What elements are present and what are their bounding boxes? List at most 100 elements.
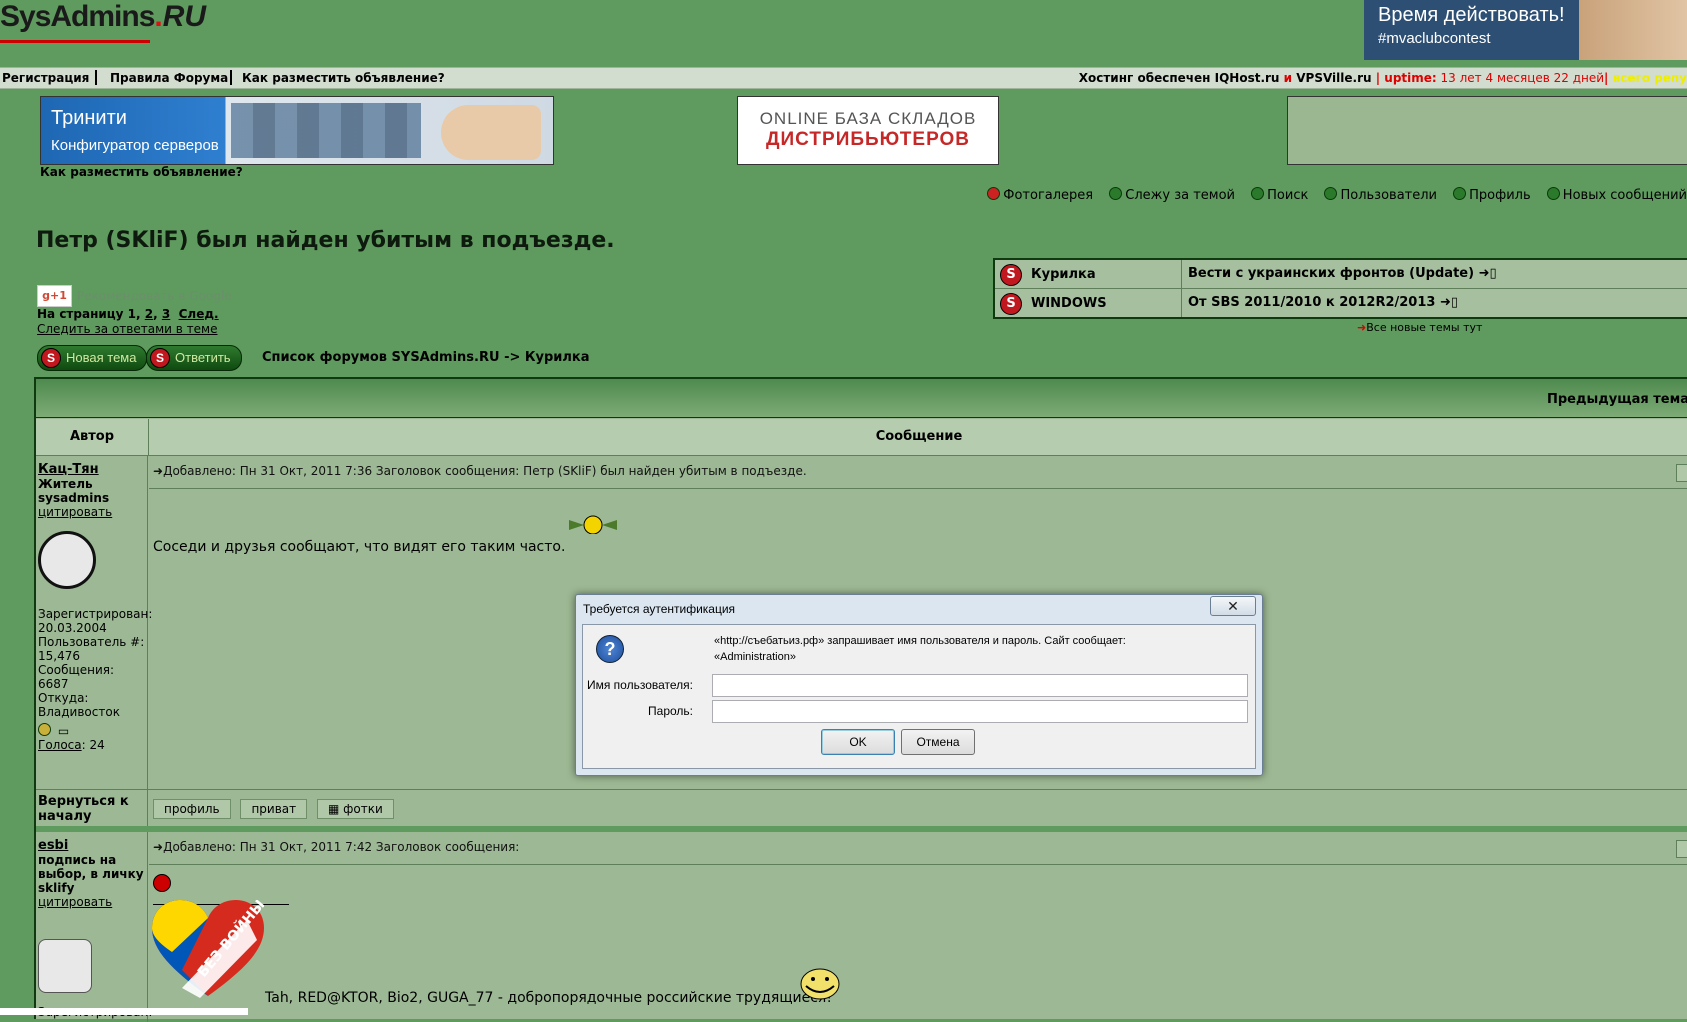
ok-button[interactable]: OK [821,729,895,755]
password-input[interactable] [712,700,1248,723]
column-message: Сообщение [875,429,963,444]
angry-smiley-icon [153,874,171,892]
table-header: Автор Сообщение [36,419,1687,456]
quick-link-watched[interactable]: Слежу за темой [1109,187,1235,203]
quick-link-label: Новых сообщений [1562,188,1687,203]
google-plus-text: Рекомендовать в Google [77,289,232,303]
topic-title: Петр (SKliF) был найден убитым в подъезд… [36,228,615,253]
ad-caption-link[interactable]: Как разместить объявление? [40,165,243,179]
column-author: Автор [36,419,149,455]
medal-icon [38,723,51,736]
new-topic-category[interactable]: Курилка [1031,267,1096,282]
pagination: На страницу 1, 2, 3 След. [37,307,219,321]
quick-link-search[interactable]: Поиск [1251,187,1308,203]
logo-dot: . [154,0,163,33]
post-author-name[interactable]: Кац-Тян [38,462,145,477]
quick-link-users[interactable]: Пользователи [1324,187,1437,203]
quote-link[interactable]: цитировать [38,895,145,909]
puzzle-graphic [231,103,421,158]
quick-link-label: Профиль [1469,188,1531,203]
post-select-box[interactable] [1676,840,1687,858]
quick-link-label: Фотогалерея [1003,188,1094,203]
dialog-message-line1: «http://съебатьиз.рф» запрашивает имя по… [714,635,1126,647]
post-author-name[interactable]: esbi [38,838,145,853]
message-count: Сообщения: 6687 [38,663,115,691]
warehouse-line2: ДИСТРИБЬЮТЕРОВ [765,129,970,150]
profile-button[interactable]: профиль [153,799,231,819]
reply-button[interactable]: S Ответить [146,345,242,371]
follow-topic-link[interactable]: Следить за ответами в теме [37,322,217,336]
promo-banner[interactable]: Время действовать! #mvaclubcontest [1364,0,1687,60]
hosting-prefix: Хостинг обеспечен [1078,71,1215,85]
quick-link-gallery[interactable]: Фотогалерея [987,187,1094,203]
nav-rules[interactable]: Правила Форума [110,71,228,85]
quote-link[interactable]: цитировать [38,505,145,519]
trinity-title: Тринити [51,107,127,129]
quick-link-new-messages[interactable]: Новых сообщений [1546,187,1687,203]
s-icon: S [1000,264,1022,286]
s-icon: S [1000,293,1022,315]
hand-graphic [441,105,541,160]
question-icon: ? [596,635,624,663]
quick-link-label: Пользователи [1340,188,1437,203]
promo-people-image [1579,0,1687,60]
new-topics-table: S Курилка Вести с украинских фронтов (Up… [993,258,1687,319]
new-topic-category[interactable]: WINDOWS [1031,296,1107,311]
post-select-box[interactable] [1676,464,1687,482]
post-author-rank: подпись на выбор, в личку sklify [38,853,144,895]
new-topic-label: Новая тема [66,350,137,365]
search-icon [1251,187,1265,200]
dialog-body: ? «http://съебатьиз.рф» запрашивает имя … [582,624,1256,769]
quick-link-profile[interactable]: Профиль [1453,187,1531,203]
signature-text: Tah, RED@KTOR, Bio2, GUGA_77 - добропоря… [265,990,832,1006]
auth-dialog: Требуется аутентификация ✕ ? «http://съе… [575,594,1263,776]
page-2-link[interactable]: 2 [145,307,153,321]
reputation-text: всего репу [1612,71,1687,85]
new-topic-title[interactable]: Вести с украинских фронтов (Update) ➜▯ [1181,260,1687,288]
google-plus-button[interactable]: g+1 [37,285,72,307]
breadcrumb[interactable]: Список форумов SYSAdmins.RU -> Курилка [262,350,590,365]
dialog-title: Требуется аутентификация [583,602,736,616]
top-nav-bar: Регистрация Правила Форума Как разместит… [0,67,1687,89]
post-header: ➜Добавлено: Пн 31 Окт, 2011 7:36 Заголов… [153,464,807,478]
hosting-iqhost-link[interactable]: IQHost.ru [1215,71,1280,85]
post-header-text: Добавлено: Пн 31 Окт, 2011 7:36 Заголово… [163,464,807,478]
post-actions: профиль приват ▦ фотки [149,790,1687,826]
next-page-link[interactable]: След. [179,307,219,321]
votes-value: : 24 [81,738,105,752]
users-icon [1324,187,1338,200]
nav-register[interactable]: Регистрация [2,71,89,85]
photo-icon: ▦ [327,802,344,816]
votes-link[interactable]: Голоса [38,738,82,752]
trinity-banner[interactable]: Тринити Конфигуратор серверов [40,96,554,165]
status-strip [0,1008,248,1015]
hosting-separator-2: | [1604,71,1613,85]
new-topic-button[interactable]: S Новая тема [37,345,148,371]
votes: Голоса: 24 [38,738,145,752]
photos-button[interactable]: ▦ фотки [316,799,394,819]
prev-topic-link[interactable]: Предыдущая тема [1547,392,1687,407]
avatar [38,939,92,993]
logo-underline [0,40,150,43]
post-divider [149,488,1687,489]
nav-how-to-advertise[interactable]: Как разместить объявление? [242,71,445,85]
new-topic-row: S WINDOWS От SBS 2011/2010 к 2012R2/2013… [995,289,1687,317]
all-new-topics-link[interactable]: ➜Все новые темы тут [1357,321,1482,334]
hosting-vpsville-link[interactable]: VPSVille.ru [1296,71,1371,85]
new-topic-title[interactable]: От SBS 2011/2010 к 2012R2/2013 ➜▯ [1181,289,1687,317]
empty-banner [1287,96,1687,165]
uptime-value: 13 лет 4 месяцев 22 дней [1436,71,1605,85]
logo-tld: RU [162,0,207,33]
flying-smiley-icon [569,515,617,534]
private-message-button[interactable]: приват [240,799,308,819]
username-input[interactable] [712,674,1248,697]
avatar [38,531,96,589]
cancel-button[interactable]: Отмена [901,729,975,755]
post-author-cell: Кац-Тян Житель sysadmins цитировать Заре… [36,456,152,789]
page-3-link[interactable]: 3 [162,307,170,321]
password-label: Пароль: [648,704,693,718]
warehouse-banner[interactable]: ONLINE БАЗА СКЛАДОВ ДИСТРИБЬЮТЕРОВ [737,96,999,165]
back-to-top-link[interactable]: Вернуться к началу [36,790,148,826]
post-header: ➜Добавлено: Пн 31 Окт, 2011 7:42 Заголов… [153,840,520,854]
dialog-close-button[interactable]: ✕ [1210,596,1256,616]
